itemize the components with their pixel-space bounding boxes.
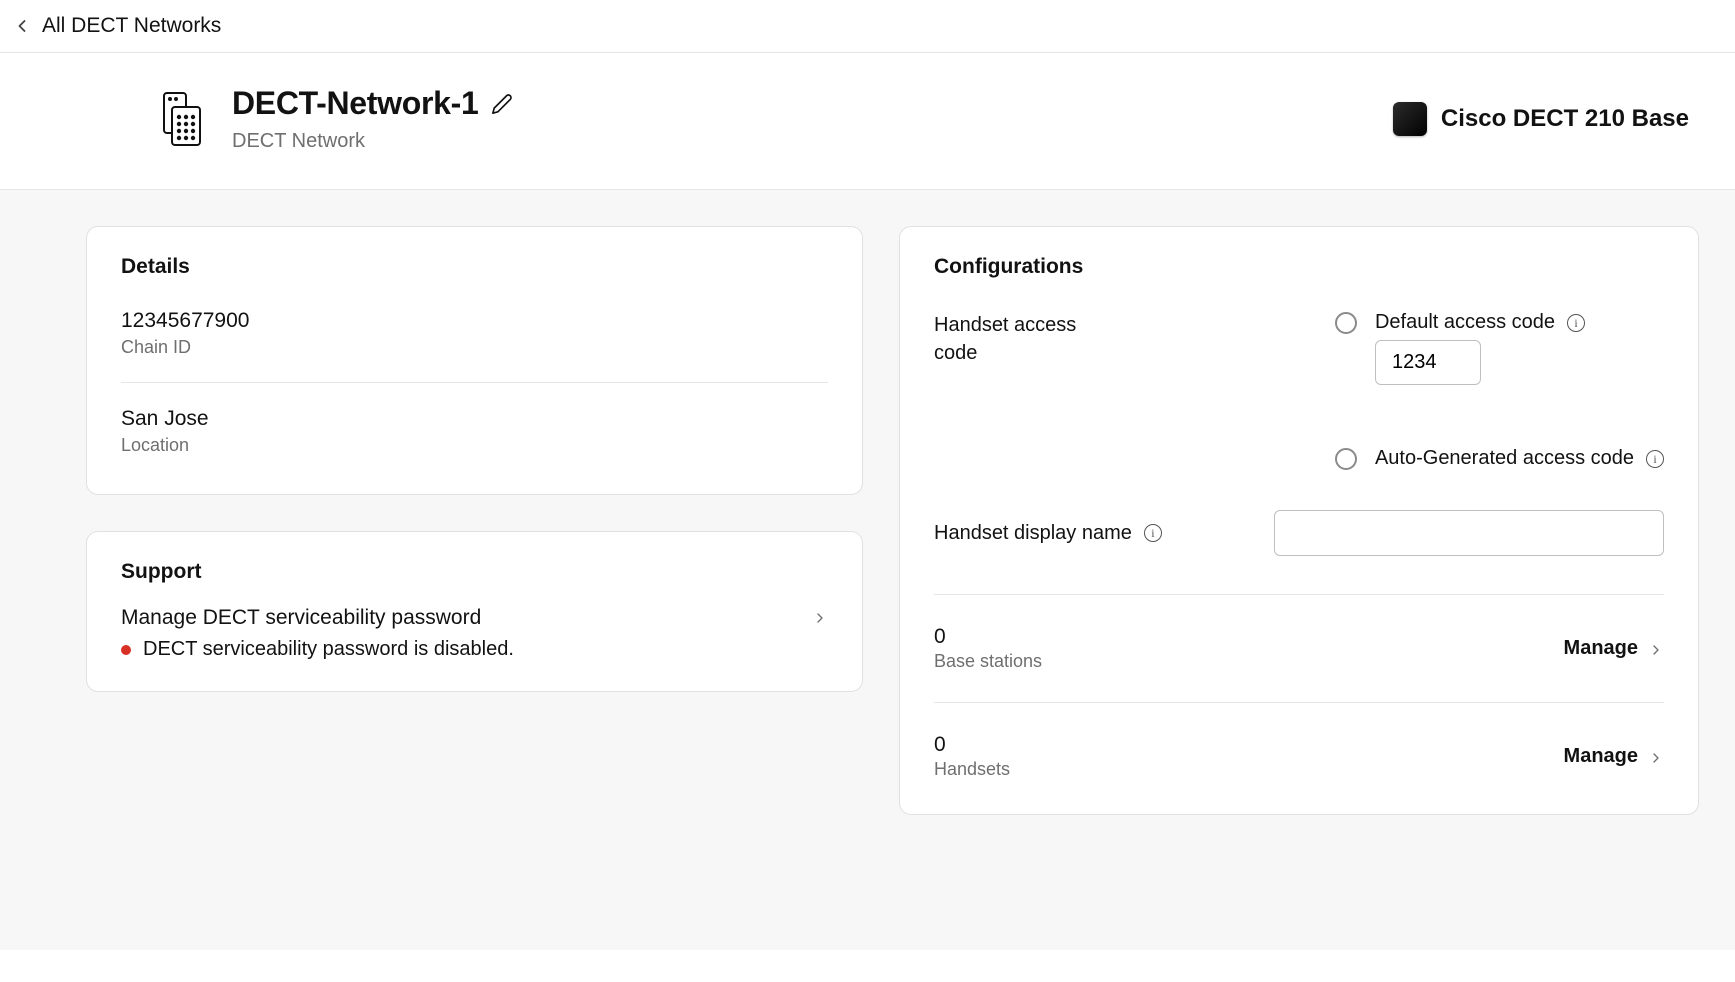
chain-id-label: Chain ID	[121, 337, 828, 358]
product-name: Cisco DECT 210 Base	[1441, 105, 1689, 133]
location-label: Location	[121, 435, 828, 456]
info-icon[interactable]: i	[1567, 314, 1585, 332]
back-icon[interactable]	[12, 16, 32, 36]
serviceability-status-text: DECT serviceability password is disabled…	[143, 638, 514, 661]
support-title: Support	[121, 560, 828, 584]
default-access-code-input[interactable]	[1375, 340, 1481, 385]
chain-id-value: 12345677900	[121, 309, 828, 333]
breadcrumb: All DECT Networks	[0, 0, 1735, 53]
edit-icon[interactable]	[491, 93, 513, 115]
info-icon[interactable]: i	[1144, 524, 1162, 542]
manage-serviceability-label: Manage DECT serviceability password	[121, 606, 481, 630]
support-card: Support Manage DECT serviceability passw…	[86, 531, 863, 692]
handsets-count: 0	[934, 733, 1010, 757]
manage-base-stations-label: Manage	[1564, 637, 1638, 660]
manage-base-stations-button[interactable]: Manage	[1564, 637, 1664, 660]
chevron-right-icon	[1648, 749, 1664, 765]
configurations-title: Configurations	[934, 255, 1664, 279]
page-title: DECT-Network-1	[232, 85, 479, 122]
handset-display-name-input[interactable]	[1274, 510, 1664, 556]
base-stations-count: 0	[934, 625, 1042, 649]
chevron-right-icon	[1648, 641, 1664, 657]
auto-access-code-label: Auto-Generated access code	[1375, 447, 1634, 470]
manage-serviceability-row[interactable]: Manage DECT serviceability password	[121, 606, 828, 630]
status-dot-icon	[121, 645, 131, 655]
handset-access-code-label: Handset access code	[934, 311, 1104, 367]
configurations-card: Configurations Handset access code Defau…	[899, 226, 1699, 815]
base-stations-label: Base stations	[934, 651, 1042, 672]
handsets-label: Handsets	[934, 759, 1010, 780]
product-image	[1393, 102, 1427, 136]
auto-access-code-radio[interactable]	[1335, 448, 1357, 470]
handset-display-name-label: Handset display name	[934, 519, 1132, 547]
info-icon[interactable]: i	[1646, 450, 1664, 468]
chevron-right-icon	[812, 610, 828, 626]
breadcrumb-back-label[interactable]: All DECT Networks	[42, 14, 221, 38]
serviceability-status: DECT serviceability password is disabled…	[121, 638, 828, 661]
details-card: Details 12345677900 Chain ID San Jose Lo…	[86, 226, 863, 495]
default-access-code-label: Default access code	[1375, 311, 1555, 334]
details-title: Details	[121, 255, 828, 279]
page-subtitle: DECT Network	[232, 130, 513, 153]
manage-handsets-button[interactable]: Manage	[1564, 745, 1664, 768]
page-header: DECT-Network-1 DECT Network Cisco DECT 2…	[0, 53, 1735, 190]
manage-handsets-label: Manage	[1564, 745, 1638, 768]
location-value: San Jose	[121, 407, 828, 431]
default-access-code-radio[interactable]	[1335, 312, 1357, 334]
dect-device-icon	[150, 89, 204, 149]
